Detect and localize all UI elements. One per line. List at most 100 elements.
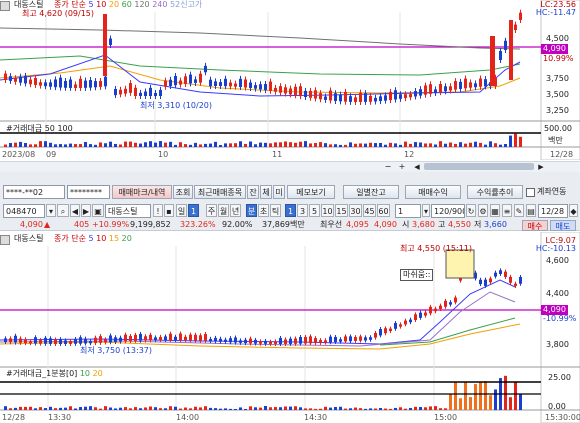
scroll-zoom-out-icon[interactable]: − xyxy=(382,162,394,172)
bottom-candle-body xyxy=(484,279,487,286)
display-refresh-icon[interactable]: ↻ xyxy=(466,204,476,217)
tab-balance[interactable]: 잔 xyxy=(247,185,259,199)
bottom-candle-body xyxy=(144,336,147,341)
sell-button[interactable]: 매도 xyxy=(550,220,576,231)
toolbar-stock-name[interactable]: 대동스틸 xyxy=(105,204,151,218)
bottom-high-annotation: 최고 4,550 (15:11) xyxy=(400,244,473,253)
tab-trade-profit[interactable]: 매매수익 xyxy=(405,185,461,199)
top-volume-bar xyxy=(169,141,172,147)
top-candle-body xyxy=(19,76,22,83)
top-volume-bar xyxy=(189,144,192,147)
daily-candlestick-chart[interactable] xyxy=(0,0,580,160)
daily-chart-pane[interactable]: 대동스틸 종가 단순 5 10 20 60 120 240 52신고가 LC:2… xyxy=(0,0,580,160)
top-candle-body xyxy=(219,82,222,87)
bottom-candle-body xyxy=(359,336,362,341)
tab-unfilled[interactable]: 미 xyxy=(273,185,285,199)
period-year[interactable]: 년 xyxy=(230,204,241,217)
bottom-candle-body xyxy=(224,339,227,343)
interval-45[interactable]: 45 xyxy=(363,204,376,217)
tab-filled[interactable]: 체 xyxy=(260,185,272,199)
top-volume-bar xyxy=(214,141,217,147)
period-day[interactable]: 일 xyxy=(176,204,187,217)
prev-stock-icon[interactable]: ◀ xyxy=(70,204,80,217)
bottom-candle-body xyxy=(74,339,77,344)
top-volume-bar xyxy=(499,144,502,147)
tab-trade-marks[interactable]: 매매마크/내역 xyxy=(112,185,172,199)
period-day-count[interactable]: 1 xyxy=(188,204,199,217)
interval-10[interactable]: 10 xyxy=(321,204,334,217)
period-week[interactable]: 주 xyxy=(206,204,217,217)
top-hc-label: HC:-11.47 xyxy=(535,8,576,17)
tab-memo[interactable]: 메모보기 xyxy=(287,185,335,199)
scroll-thumb[interactable] xyxy=(424,163,534,170)
bottom-volume-bar xyxy=(44,408,47,410)
top-candle-body xyxy=(314,90,317,99)
top-ma-10: 10 xyxy=(96,0,107,9)
period-minute[interactable]: 분 xyxy=(246,204,257,217)
bottom-candle-body xyxy=(199,335,202,341)
calendar-icon[interactable]: ▤ xyxy=(526,204,536,217)
stock-group-icon[interactable]: ▣ xyxy=(92,204,104,217)
top-candle-body xyxy=(429,84,432,94)
top-volume-bar xyxy=(254,144,257,147)
display-count-field[interactable]: 120/900 xyxy=(431,204,465,218)
top-candle-body xyxy=(384,95,387,101)
next-stock-icon[interactable]: ▶ xyxy=(81,204,91,217)
code-dropdown-icon[interactable]: ▾ xyxy=(46,204,56,217)
buy-button[interactable]: 매수 xyxy=(522,220,548,231)
scroll-zoom-in-icon[interactable]: + xyxy=(396,162,408,172)
top-volume-bar xyxy=(314,142,317,147)
top-volume-bar xyxy=(509,135,512,147)
tab-yield-trend[interactable]: 수익률추이 xyxy=(467,185,523,199)
bottom-chart-menu-icon[interactable] xyxy=(0,235,10,245)
top-candle-body xyxy=(229,82,232,87)
account-field[interactable]: ****-**02 xyxy=(3,185,65,199)
chart-grid-icon[interactable]: ▦ xyxy=(490,204,500,217)
top-volume-bar xyxy=(74,144,77,147)
password-field[interactable]: ******** xyxy=(67,185,110,199)
bottom-ma-5: 5 xyxy=(88,234,94,243)
bottom-candle-body xyxy=(239,340,242,343)
info-icon[interactable]: ! xyxy=(153,204,163,217)
count-decrease-icon[interactable]: ▾ xyxy=(422,204,430,217)
top-volume-bar xyxy=(119,144,122,147)
chart-list-icon[interactable]: ≡ xyxy=(502,204,512,217)
search-icon[interactable]: ⌕ xyxy=(57,204,69,217)
scroll-left-icon[interactable]: ◀ xyxy=(412,162,422,172)
bottom-candle-body xyxy=(119,337,122,342)
top-volume-bar xyxy=(44,141,47,147)
top-volume-bar xyxy=(324,143,327,147)
interval-5[interactable]: 5 xyxy=(309,204,320,217)
tab-inquiry[interactable]: 조회 xyxy=(173,185,193,199)
interval-60[interactable]: 60 xyxy=(377,204,390,217)
scroll-right-icon[interactable]: ▶ xyxy=(536,162,546,172)
period-second[interactable]: 초 xyxy=(258,204,269,217)
minute-chart-pane[interactable]: 대동스틸 종가 단순 5 10 15 20 LC:9.07 HC:-10.13 … xyxy=(0,232,580,423)
tab-recent-stocks[interactable]: 최근매매종목 xyxy=(194,185,246,199)
interval-3[interactable]: 3 xyxy=(297,204,308,217)
minute-candlestick-chart[interactable] xyxy=(0,232,580,423)
interval-15[interactable]: 15 xyxy=(335,204,348,217)
top-volume-bar xyxy=(299,141,302,147)
chart-menu-icon[interactable] xyxy=(0,1,10,11)
date-field[interactable]: 12/28 xyxy=(538,204,568,218)
top-volume-bar xyxy=(229,143,232,147)
top-candle-body xyxy=(339,94,342,102)
stock-code-field[interactable]: 048470 xyxy=(3,204,45,218)
top-volume-bar xyxy=(469,142,472,147)
bottom-candle-body xyxy=(389,328,392,331)
top-volume-bar xyxy=(504,144,507,147)
tab-daily-balance[interactable]: 일별잔고 xyxy=(343,185,399,199)
chart-tools-icon[interactable]: ✎ xyxy=(514,204,524,217)
account-link-checkbox[interactable] xyxy=(526,188,535,197)
top-volume-bar xyxy=(199,144,202,147)
interval-1[interactable]: 1 xyxy=(285,204,296,217)
chart-settings-icon[interactable]: ⚙ xyxy=(478,204,488,217)
period-tick[interactable]: 틱 xyxy=(270,204,281,217)
interval-count-select[interactable]: 1 xyxy=(395,204,421,218)
interval-30[interactable]: 30 xyxy=(349,204,362,217)
date-spin-icon[interactable]: ◆ xyxy=(569,204,578,217)
top-volume-bar xyxy=(239,141,242,147)
period-month[interactable]: 월 xyxy=(218,204,229,217)
favorite-icon[interactable]: ▪ xyxy=(164,204,174,217)
